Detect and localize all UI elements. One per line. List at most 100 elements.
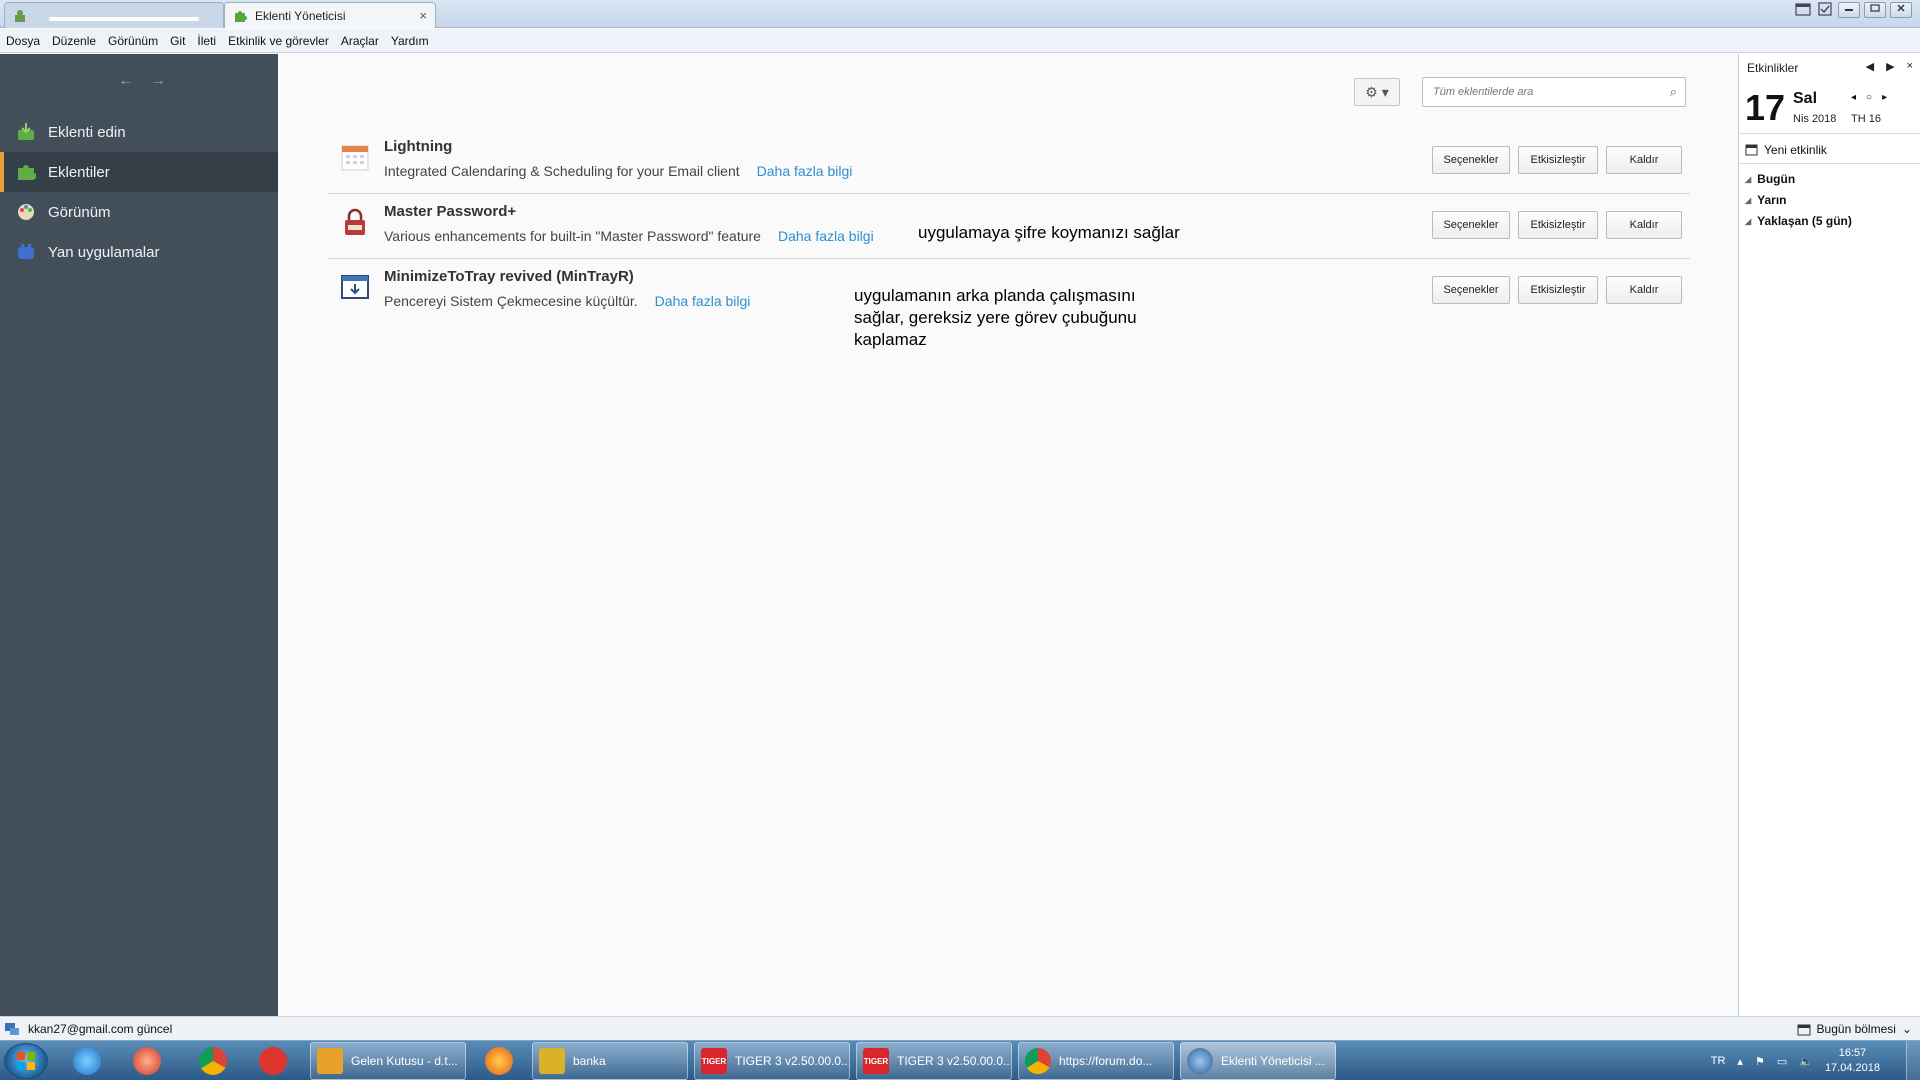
options-button[interactable]: Seçenekler — [1432, 146, 1510, 174]
addon-name: MinimizeToTray revived (MinTrayR) — [384, 268, 634, 285]
new-event-button[interactable]: Yeni etkinlik — [1739, 136, 1920, 164]
tab-addons-manager[interactable]: Eklenti Yöneticisi × — [224, 2, 436, 28]
language-indicator[interactable]: TR — [1711, 1055, 1726, 1067]
tools-gear-button[interactable]: ⚙ ▾ — [1354, 78, 1400, 106]
category-get-addons[interactable]: Eklenti edin — [0, 112, 278, 152]
more-info-link[interactable]: Daha fazla bilgi — [757, 163, 853, 179]
mail-app-icon — [317, 1048, 343, 1074]
task-addons-manager[interactable]: Eklenti Yöneticisi ... — [1180, 1042, 1336, 1080]
network-icon[interactable]: ▭ — [1777, 1055, 1787, 1068]
agenda-group-upcoming[interactable]: ◢ Yaklaşan (5 gün) — [1745, 214, 1852, 228]
menu-message[interactable]: İleti — [197, 34, 216, 48]
remove-button[interactable]: Kaldır — [1606, 146, 1682, 174]
category-label: Yan uygulamalar — [48, 243, 160, 261]
agenda-group-label: Yaklaşan (5 gün) — [1757, 214, 1852, 228]
minimize-window-icon[interactable] — [1838, 2, 1860, 18]
windows-taskbar: Gelen Kutusu - d.t... banka TIGER TIGER … — [0, 1040, 1920, 1080]
week-number: TH 16 — [1851, 113, 1881, 125]
task-label: TIGER 3 v2.50.00.0... — [897, 1054, 1012, 1068]
calendar-tab-icon[interactable] — [1794, 2, 1812, 18]
tab-mail[interactable] — [4, 2, 224, 28]
tab-bar: Eklenti Yöneticisi × — [0, 0, 1920, 28]
opera-pinned-icon[interactable] — [120, 1043, 174, 1079]
clock[interactable]: 16:57 17.04.2018 — [1825, 1046, 1880, 1076]
prev-day-icon[interactable]: ◂ — [1851, 92, 1856, 103]
task-label: banka — [573, 1054, 606, 1068]
month-year: Nis 2018 — [1793, 113, 1837, 125]
menu-edit[interactable]: Düzenle — [52, 34, 96, 48]
tray-expand-icon[interactable]: ▴ — [1737, 1055, 1743, 1068]
addon-actions: Seçenekler Etkisizleştir Kaldır — [1432, 276, 1682, 304]
task-banka[interactable]: banka — [532, 1042, 688, 1080]
tasks-tab-icon[interactable] — [1816, 2, 1834, 18]
menu-go[interactable]: Git — [170, 34, 185, 48]
menu-view[interactable]: Görünüm — [108, 34, 158, 48]
chrome-pinned-icon[interactable] — [186, 1043, 240, 1079]
next-day-icon[interactable]: ▸ — [1882, 92, 1887, 103]
mini-day-nav: ◂ ○ ▸ — [1851, 92, 1887, 103]
search-icon[interactable]: ⌕ — [1670, 84, 1677, 100]
day-name: Sal — [1793, 90, 1818, 107]
system-tray: TR ▴ ⚑ ▭ 🔈 16:57 17.04.2018 — [1711, 1041, 1880, 1080]
task-label: Eklenti Yöneticisi ... — [1221, 1054, 1325, 1068]
window-controls — [1794, 2, 1912, 18]
options-button[interactable]: Seçenekler — [1432, 276, 1510, 304]
addon-description-row: Pencereyi Sistem Çekmecesine küçültür. D… — [384, 293, 750, 309]
addon-name: Lightning — [384, 138, 453, 155]
show-desktop-button[interactable] — [1906, 1041, 1920, 1080]
more-info-link[interactable]: Daha fazla bilgi — [778, 228, 874, 244]
forward-arrow-icon[interactable]: → — [150, 72, 166, 90]
more-info-link[interactable]: Daha fazla bilgi — [655, 293, 751, 309]
task-tiger-1[interactable]: TIGER TIGER 3 v2.50.00.0... — [694, 1042, 850, 1080]
today-pane-toggle[interactable]: Bugün bölmesi ⌄ — [1797, 1020, 1912, 1038]
menu-help[interactable]: Yardım — [391, 34, 429, 48]
close-tab-icon[interactable]: × — [419, 8, 427, 23]
next-icon[interactable]: ▶ — [1886, 60, 1894, 73]
close-window-icon[interactable] — [1890, 2, 1912, 18]
tray-icon — [340, 272, 370, 302]
collapse-triangle-icon: ◢ — [1745, 216, 1752, 226]
volume-icon[interactable]: 🔈 — [1799, 1055, 1813, 1068]
annotation-master-password: uygulamaya şifre koymanızı sağlar — [918, 223, 1180, 242]
maximize-window-icon[interactable] — [1864, 2, 1886, 18]
back-arrow-icon[interactable]: ← — [118, 72, 134, 90]
options-button[interactable]: Seçenekler — [1432, 211, 1510, 239]
annotation-mintrayr: uygulamanın arka planda çalışmasını sağl… — [854, 285, 1137, 351]
flag-icon[interactable]: ⚑ — [1755, 1055, 1765, 1068]
puzzle-icon — [233, 9, 247, 23]
category-label: Görünüm — [48, 203, 111, 221]
remove-button[interactable]: Kaldır — [1606, 211, 1682, 239]
remove-button[interactable]: Kaldır — [1606, 276, 1682, 304]
addon-item-lightning[interactable]: Lightning Integrated Calendaring & Sched… — [328, 130, 1690, 194]
menu-tools[interactable]: Araçlar — [341, 34, 379, 48]
category-extensions[interactable]: Eklentiler — [0, 152, 278, 192]
today-circle-icon[interactable]: ○ — [1866, 92, 1872, 103]
task-label: TIGER 3 v2.50.00.0... — [735, 1054, 850, 1068]
task-chrome-forum[interactable]: https://forum.do... — [1018, 1042, 1174, 1080]
agenda-group-today[interactable]: ◢ Bugün — [1745, 172, 1795, 186]
online-status-icon[interactable] — [4, 1022, 20, 1036]
start-button[interactable] — [4, 1043, 48, 1079]
ie-pinned-icon[interactable] — [60, 1043, 114, 1079]
disable-button[interactable]: Etkisizleştir — [1518, 211, 1598, 239]
clock-date: 17.04.2018 — [1824, 1062, 1880, 1074]
disable-button[interactable]: Etkisizleştir — [1518, 146, 1598, 174]
shield-icon — [539, 1048, 565, 1074]
close-icon[interactable]: × — [1907, 60, 1913, 73]
task-inbox[interactable]: Gelen Kutusu - d.t... — [310, 1042, 466, 1080]
agenda-group-label: Yarın — [1757, 193, 1787, 207]
vivaldi-pinned-icon[interactable] — [246, 1043, 300, 1079]
category-themes[interactable]: Görünüm — [0, 192, 278, 232]
redaction-mark — [49, 17, 199, 21]
menu-events-tasks[interactable]: Etkinlik ve görevler — [228, 34, 329, 48]
firefox-pinned-icon[interactable] — [472, 1043, 526, 1079]
menu-file[interactable]: Dosya — [6, 34, 40, 48]
search-input[interactable] — [1423, 78, 1653, 106]
prev-icon[interactable]: ◀ — [1866, 60, 1874, 73]
category-plugins[interactable]: Yan uygulamalar — [0, 232, 278, 272]
disable-button[interactable]: Etkisizleştir — [1518, 276, 1598, 304]
agenda-group-tomorrow[interactable]: ◢ Yarın — [1745, 193, 1787, 207]
addon-name: Master Password+ — [384, 203, 517, 220]
task-label: https://forum.do... — [1059, 1054, 1153, 1068]
task-tiger-2[interactable]: TIGER TIGER 3 v2.50.00.0... — [856, 1042, 1012, 1080]
